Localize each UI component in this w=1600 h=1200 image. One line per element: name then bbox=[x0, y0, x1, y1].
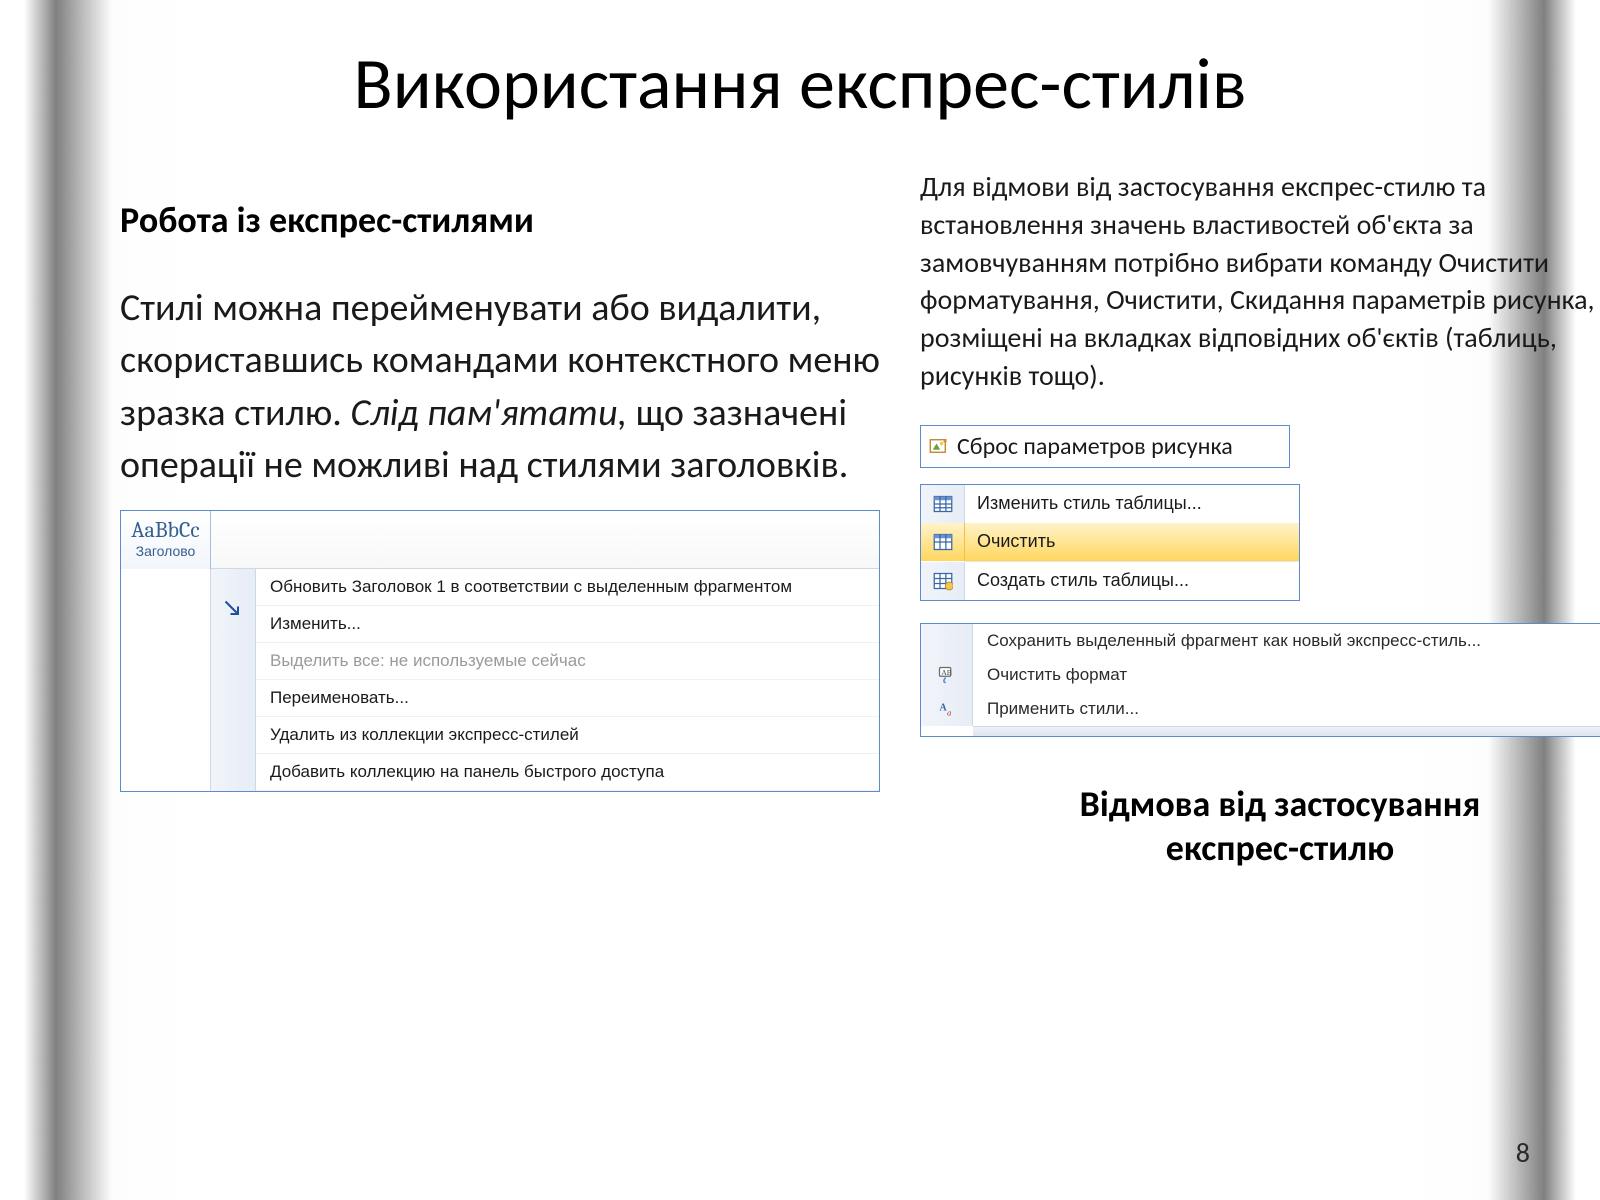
ss1-menu-items: Обновить Заголовок 1 в соответствии с вы… bbox=[256, 569, 879, 791]
menu-item-save-as-quick-style[interactable]: Сохранить выделенный фрагмент как новый … bbox=[921, 624, 1600, 658]
scrollbar-bottom[interactable] bbox=[973, 726, 1600, 736]
page-number: 8 bbox=[1516, 1135, 1530, 1170]
right-subheading: Відмова від застосування експрес-стилю bbox=[920, 782, 1600, 870]
menu-item-select-all-unused: Выделить все: не используемые сейчас bbox=[256, 643, 879, 680]
ss1-body-wrap: Обновить Заголовок 1 в соответствии с вы… bbox=[121, 569, 879, 791]
screenshot-table-style-menu: Изменить стиль таблицы... Очистить bbox=[920, 484, 1300, 601]
right-paragraph: Для відмови від застосування експрес-сти… bbox=[920, 168, 1600, 395]
ss1-header-gap bbox=[211, 511, 879, 569]
ss1-header-row: AaBbCc Заголово bbox=[121, 511, 879, 569]
menu-item-new-table-style[interactable]: Создать стиль таблицы... bbox=[921, 562, 1299, 600]
clear-format-icon: AB bbox=[937, 665, 957, 685]
ss1-left-blank bbox=[121, 569, 211, 791]
two-columns: Робота із експрес-стилями Стилі можна пе… bbox=[120, 168, 1480, 870]
left-column: Робота із експрес-стилями Стилі можна пе… bbox=[120, 168, 880, 870]
menu-item-update-heading[interactable]: Обновить Заголовок 1 в соответствии с вы… bbox=[256, 569, 879, 606]
menu-item-clear-highlighted[interactable]: Очистить bbox=[921, 523, 1299, 561]
style-thumbnail-label: Заголово bbox=[127, 543, 204, 559]
svg-text:AB: AB bbox=[941, 668, 951, 677]
menu-item-remove-from-gallery[interactable]: Удалить из коллекции экспресс-стилей bbox=[256, 717, 879, 754]
left-paragraph: Стилі можна перейменувати або видалити, … bbox=[120, 282, 880, 492]
menu-item-add-to-qat[interactable]: Добавить коллекцию на панель быстрого до… bbox=[256, 754, 879, 791]
slide-title: Використання експрес-стилів bbox=[120, 40, 1480, 128]
slide: Використання експрес-стилів Робота із ек… bbox=[120, 30, 1480, 1160]
right-column: Для відмови від застосування експрес-сти… bbox=[920, 168, 1600, 870]
style-sample-text: AaBbCc bbox=[127, 517, 204, 543]
apply-styles-icon: A a bbox=[937, 699, 957, 719]
menu-item-apply-styles[interactable]: A a Применить стили... bbox=[921, 692, 1600, 726]
new-table-style-icon bbox=[933, 571, 953, 591]
left-subheading: Робота із експрес-стилями bbox=[120, 198, 880, 242]
table-clear-icon bbox=[933, 532, 953, 552]
table-style-icon bbox=[933, 494, 953, 514]
left-para-italic: Слід пам'ятати, bbox=[351, 390, 628, 436]
menu-item-rename[interactable]: Переименовать... bbox=[256, 680, 879, 717]
screenshot-style-context-menu: AaBbCc Заголово Обновить Заголовок 1 в с… bbox=[120, 510, 880, 792]
menu-item-modify[interactable]: Изменить... bbox=[256, 606, 879, 643]
menu-item-modify-table-style[interactable]: Изменить стиль таблицы... bbox=[921, 485, 1299, 523]
reset-picture-icon bbox=[929, 436, 949, 456]
arrow-down-right-icon bbox=[223, 599, 243, 619]
style-thumbnail[interactable]: AaBbCc Заголово bbox=[121, 511, 211, 569]
svg-text:a: a bbox=[947, 707, 952, 717]
screenshot-reset-picture-button[interactable]: Сброс параметров рисунка bbox=[920, 425, 1290, 468]
screenshot-quick-style-menu: Сохранить выделенный фрагмент как новый … bbox=[920, 623, 1600, 737]
reset-picture-label: Сброс параметров рисунка bbox=[957, 432, 1233, 461]
menu-item-clear-formatting[interactable]: AB Очистить формат bbox=[921, 658, 1600, 692]
ss1-icon-column bbox=[211, 569, 256, 791]
